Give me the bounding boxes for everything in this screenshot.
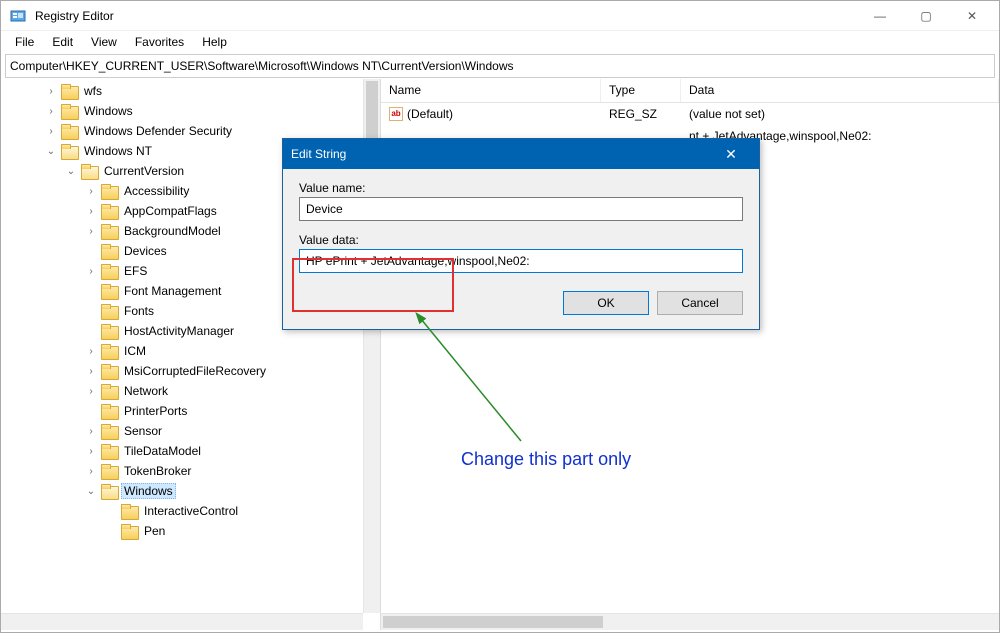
- tree-node-windows[interactable]: ›Windows: [5, 101, 380, 121]
- tree-node-wfs[interactable]: ›wfs: [5, 81, 380, 101]
- folder-icon: [101, 184, 117, 198]
- folder-icon: [121, 504, 137, 518]
- tree-node-interactivecontrol[interactable]: ›InteractiveControl: [5, 501, 380, 521]
- folder-icon: [101, 424, 117, 438]
- value-row[interactable]: ab(Default) REG_SZ (value not set): [381, 103, 999, 125]
- column-type[interactable]: Type: [601, 79, 681, 102]
- menu-view[interactable]: View: [83, 33, 125, 51]
- tree-node-sensor[interactable]: ›Sensor: [5, 421, 380, 441]
- menu-edit[interactable]: Edit: [44, 33, 81, 51]
- folder-icon: [101, 464, 117, 478]
- window-title: Registry Editor: [35, 9, 114, 23]
- chevron-down-icon[interactable]: ⌄: [85, 486, 97, 497]
- folder-icon: [101, 444, 117, 458]
- folder-icon: [101, 384, 117, 398]
- chevron-down-icon[interactable]: ⌄: [45, 146, 57, 157]
- tree-node-tiledatamodel[interactable]: ›TileDataModel: [5, 441, 380, 461]
- tree-node-icm[interactable]: ›ICM: [5, 341, 380, 361]
- annotation-text: Change this part only: [461, 449, 631, 470]
- tree-node-pen[interactable]: ›Pen: [5, 521, 380, 541]
- list-header: Name Type Data: [381, 79, 999, 103]
- column-data[interactable]: Data: [681, 79, 999, 102]
- folder-icon: [101, 244, 117, 258]
- folder-icon: [101, 344, 117, 358]
- maximize-button[interactable]: ▢: [903, 1, 949, 31]
- value-data-label: Value data:: [299, 233, 359, 247]
- column-name[interactable]: Name: [381, 79, 601, 102]
- dialog-title-bar[interactable]: Edit String ✕: [283, 139, 759, 169]
- chevron-down-icon[interactable]: ⌄: [65, 166, 77, 177]
- menu-file[interactable]: File: [7, 33, 42, 51]
- tree-node-printerports[interactable]: ›PrinterPorts: [5, 401, 380, 421]
- folder-icon: [61, 124, 77, 138]
- list-horizontal-scrollbar[interactable]: [381, 613, 999, 630]
- value-name-label: Value name:: [299, 181, 366, 195]
- folder-icon: [101, 284, 117, 298]
- minimize-button[interactable]: —: [857, 1, 903, 31]
- folder-icon: [121, 524, 137, 538]
- ok-button[interactable]: OK: [563, 291, 649, 315]
- tree-node-msicorrupted[interactable]: ›MsiCorruptedFileRecovery: [5, 361, 380, 381]
- folder-open-icon: [81, 164, 97, 178]
- edit-string-dialog: Edit String ✕ Value name: Value data: OK…: [282, 138, 760, 330]
- folder-icon: [101, 364, 117, 378]
- tree-horizontal-scrollbar[interactable]: [1, 613, 363, 630]
- app-icon: [9, 7, 27, 25]
- folder-icon: [61, 104, 77, 118]
- dialog-title: Edit String: [291, 147, 346, 161]
- folder-icon: [101, 324, 117, 338]
- menu-favorites[interactable]: Favorites: [127, 33, 192, 51]
- value-name-field[interactable]: [299, 197, 743, 221]
- folder-icon: [101, 204, 117, 218]
- title-bar: Registry Editor — ▢ ✕: [1, 1, 999, 31]
- registry-editor-window: Registry Editor — ▢ ✕ File Edit View Fav…: [0, 0, 1000, 633]
- close-button[interactable]: ✕: [949, 1, 995, 31]
- folder-icon: [101, 224, 117, 238]
- folder-icon: [61, 84, 77, 98]
- menu-help[interactable]: Help: [194, 33, 235, 51]
- cancel-button[interactable]: Cancel: [657, 291, 743, 315]
- tree-node-tokenbroker[interactable]: ›TokenBroker: [5, 461, 380, 481]
- address-text: Computer\HKEY_CURRENT_USER\Software\Micr…: [10, 59, 513, 73]
- tree-node-network[interactable]: ›Network: [5, 381, 380, 401]
- string-value-icon: ab: [389, 107, 403, 121]
- folder-icon: [101, 304, 117, 318]
- menu-bar: File Edit View Favorites Help: [1, 31, 999, 53]
- address-bar[interactable]: Computer\HKEY_CURRENT_USER\Software\Micr…: [5, 54, 995, 78]
- folder-icon: [101, 264, 117, 278]
- value-data-field[interactable]: [299, 249, 743, 273]
- folder-icon: [101, 404, 117, 418]
- folder-open-icon: [101, 484, 117, 498]
- dialog-close-button[interactable]: ✕: [711, 139, 751, 169]
- tree-node-windows-selected[interactable]: ⌄Windows: [5, 481, 380, 501]
- folder-open-icon: [61, 144, 77, 158]
